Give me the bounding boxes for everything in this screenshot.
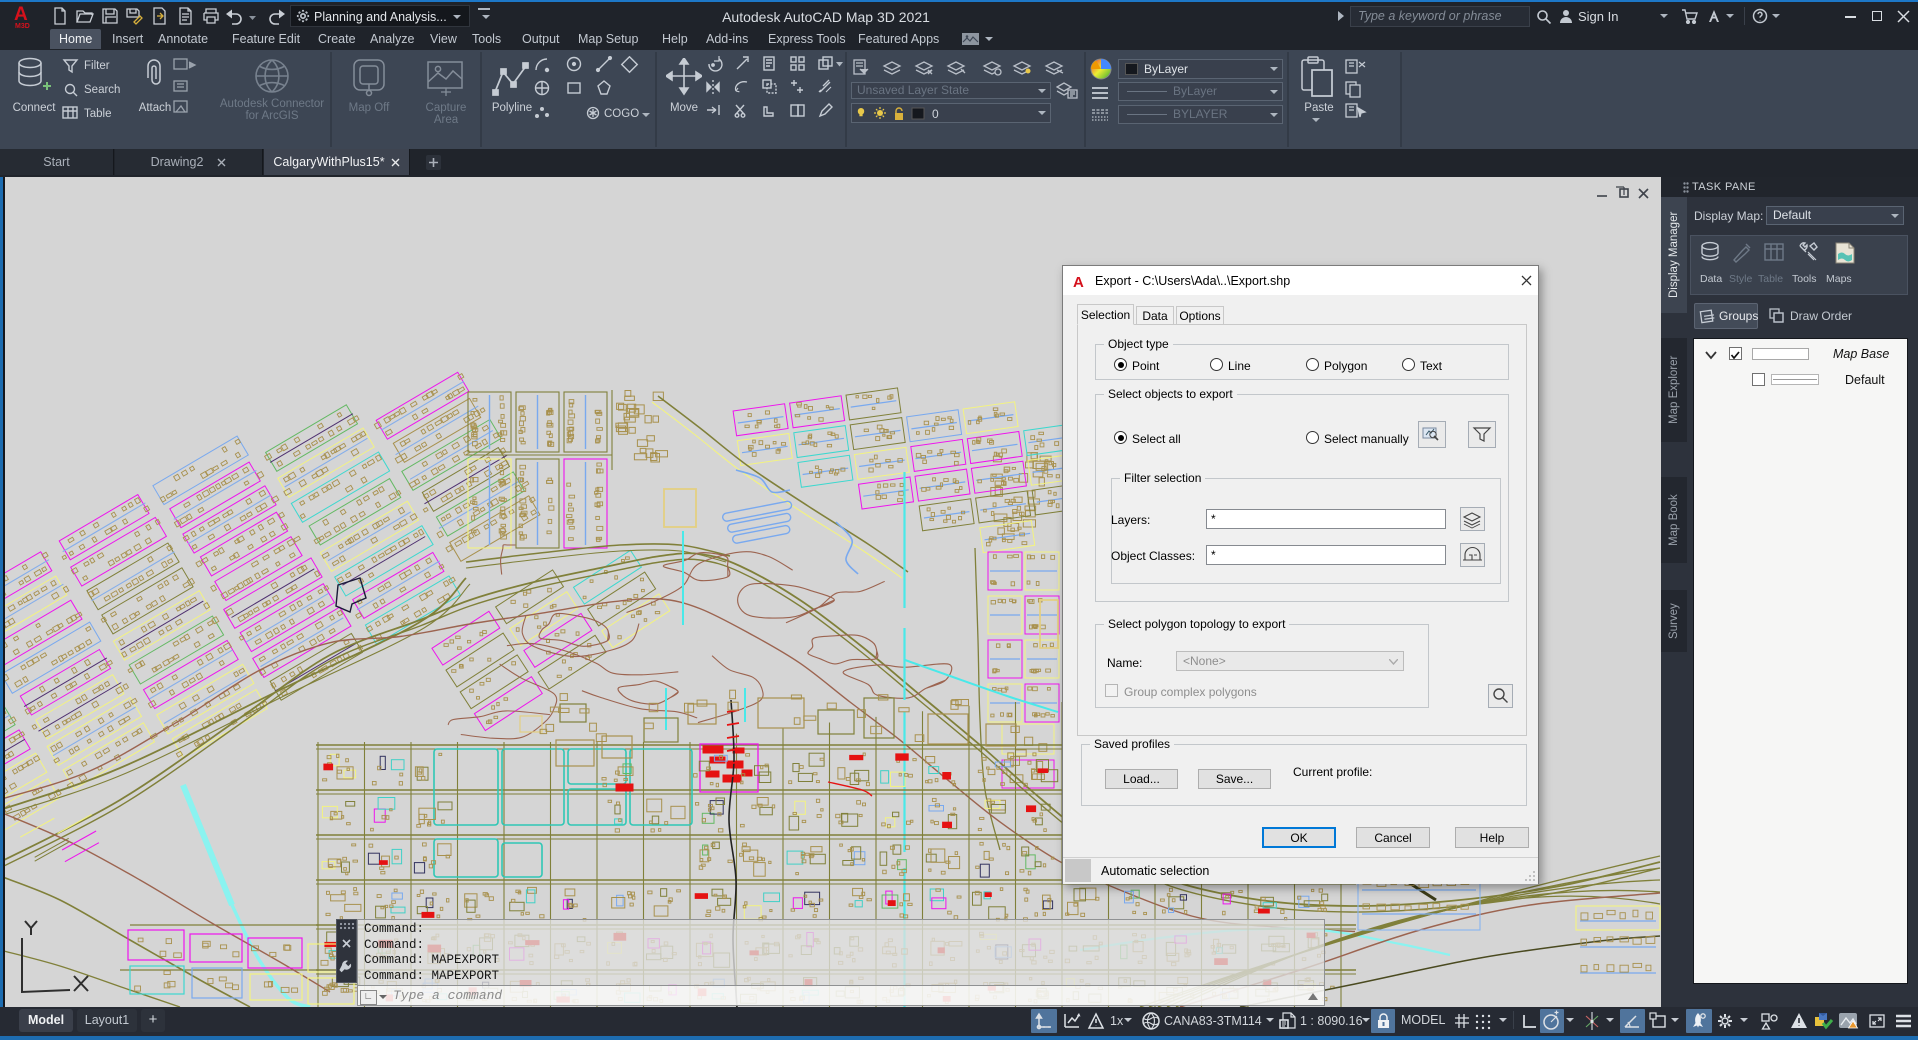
svg-text:A: A — [1073, 274, 1084, 289]
svg-text:A: A — [14, 4, 28, 25]
